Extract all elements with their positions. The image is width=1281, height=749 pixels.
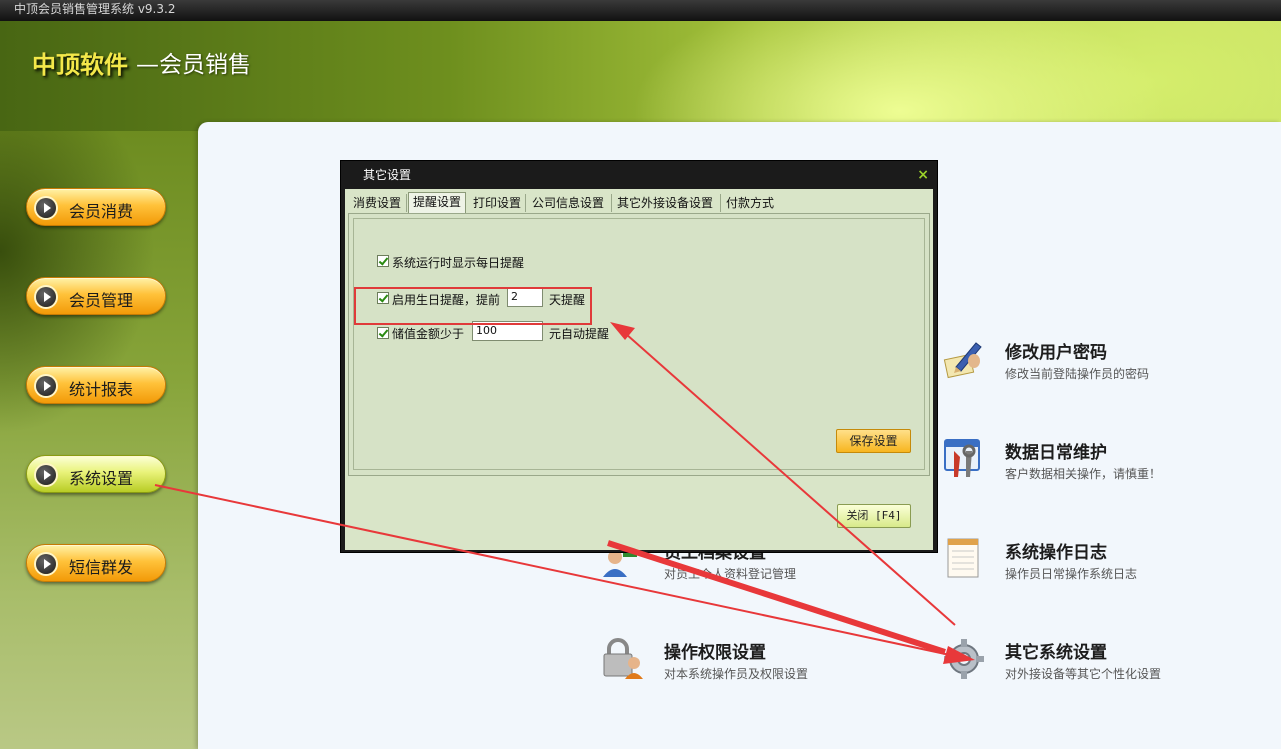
arrow-head [943, 646, 975, 664]
arrow-line [607, 540, 946, 655]
arrow-line [154, 484, 951, 656]
arrow-head [610, 322, 635, 340]
arrow-line [625, 333, 956, 626]
annotation-arrows [154, 322, 975, 664]
